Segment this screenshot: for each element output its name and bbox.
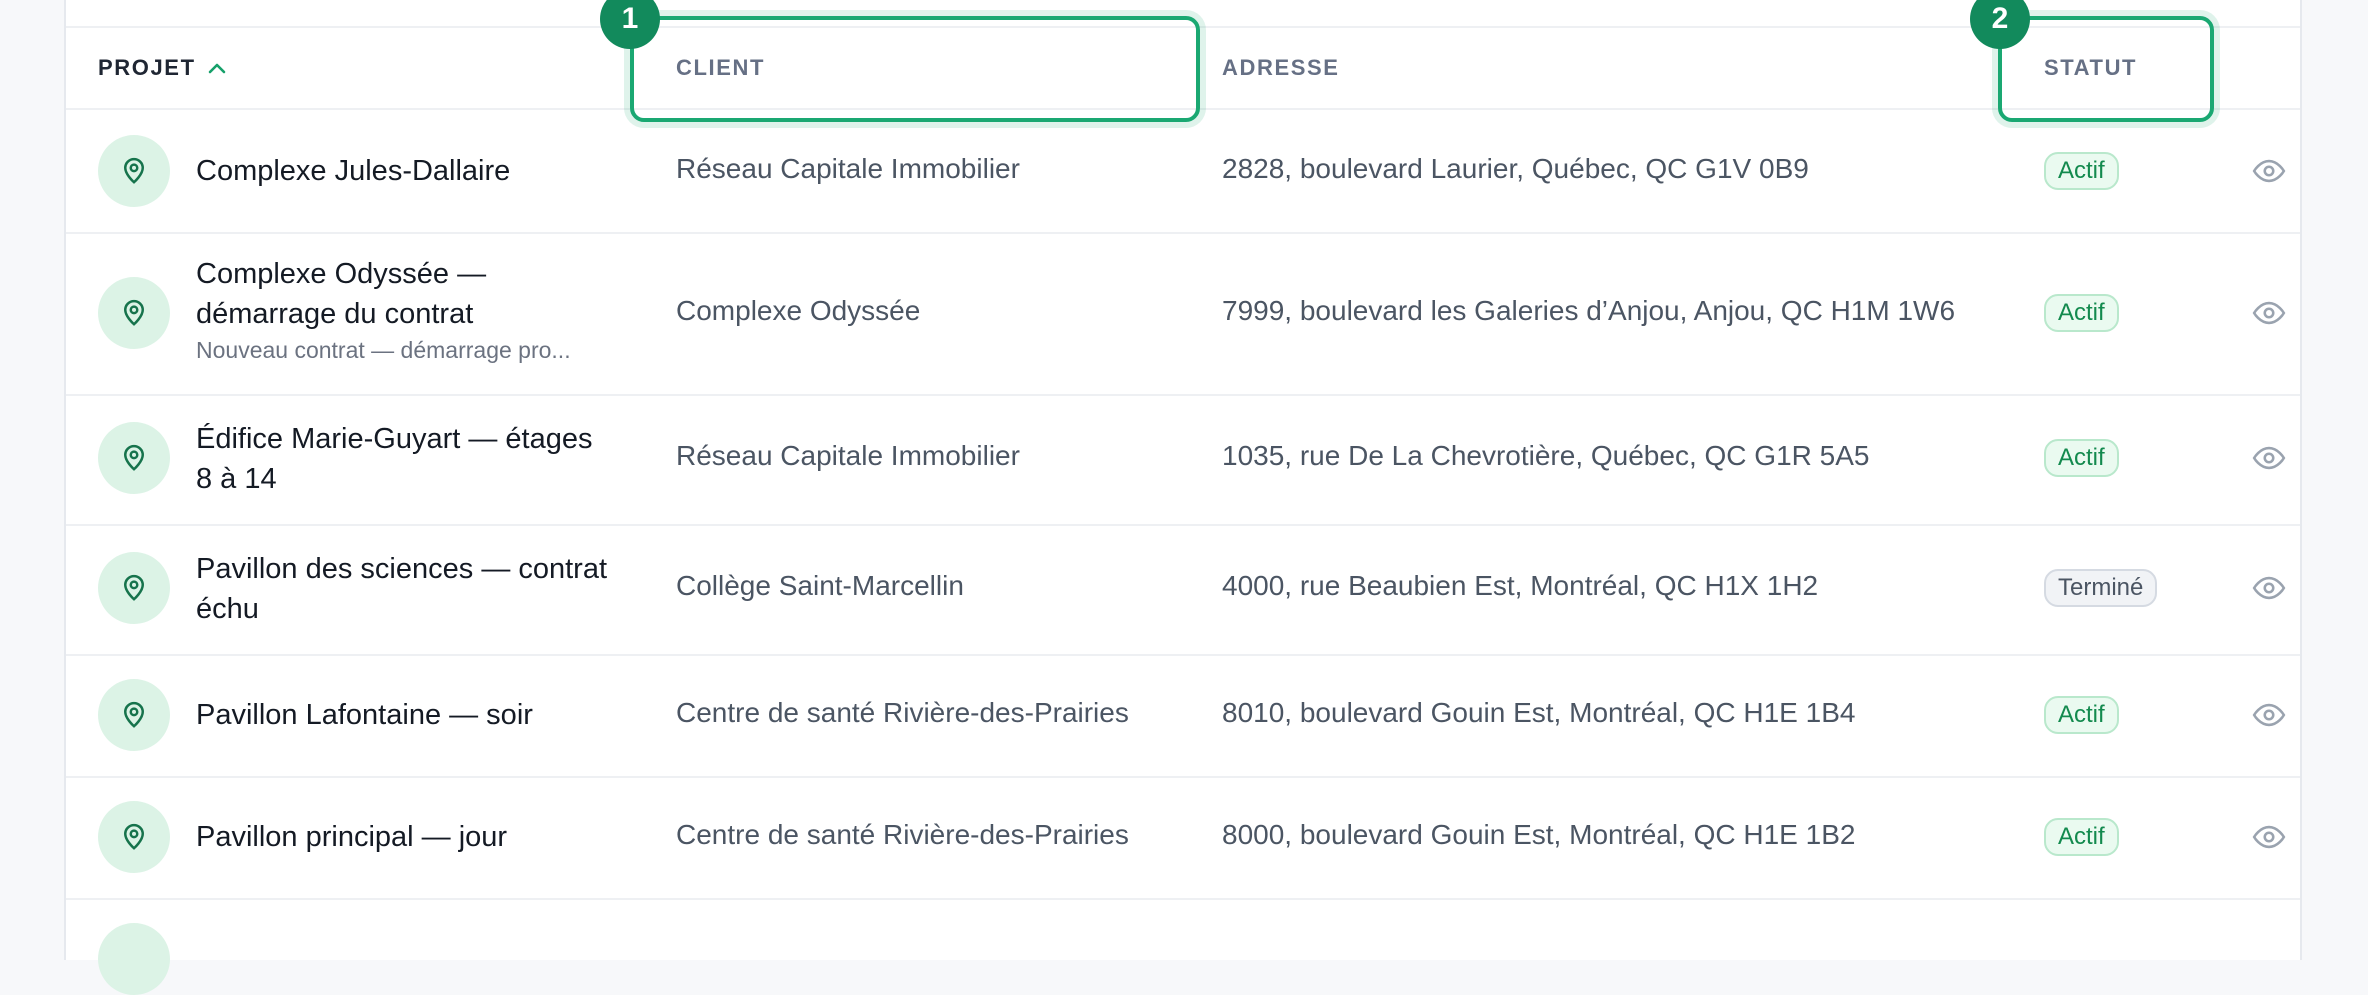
- project-name[interactable]: Édifice Marie-Guyart — étages 8 à 14: [196, 419, 616, 499]
- location-pin-icon: [98, 422, 170, 494]
- table-row[interactable]: Complexe Odyssée — démarrage du contrat …: [66, 232, 2300, 396]
- project-name[interactable]: Pavillon principal — jour: [196, 817, 616, 857]
- project-name[interactable]: Complexe Jules-Dallaire: [196, 151, 616, 191]
- column-header-adresse[interactable]: ADRESSE: [1222, 28, 1340, 108]
- column-header-projet[interactable]: PROJET: [98, 28, 226, 108]
- location-pin-icon: [98, 135, 170, 207]
- address-cell: 8000, boulevard Gouin Est, Montréal, QC …: [1222, 819, 1856, 850]
- status-badge: Terminé: [2044, 569, 2158, 607]
- client-cell: Centre de santé Rivière-des-Prairies: [676, 697, 1129, 728]
- address-cell: 1035, rue De La Chevrotière, Québec, QC …: [1222, 440, 1870, 471]
- chevron-up-icon[interactable]: [208, 58, 226, 79]
- table-row[interactable]: Pavillon Lafontaine — soir Centre de san…: [66, 654, 2300, 778]
- eye-icon[interactable]: [2252, 820, 2286, 854]
- address-cell: 7999, boulevard les Galeries d’Anjou, An…: [1222, 295, 1956, 326]
- status-badge: Actif: [2044, 152, 2119, 190]
- location-pin-icon: [98, 277, 170, 349]
- status-badge: Actif: [2044, 439, 2119, 477]
- project-name[interactable]: Pavillon Lafontaine — soir: [196, 695, 616, 735]
- location-pin-icon: [98, 923, 170, 995]
- project-title: Complexe Odyssée — démarrage du contrat: [196, 258, 487, 330]
- client-cell: Réseau Capitale Immobilier: [676, 153, 1020, 184]
- address-cell: 8010, boulevard Gouin Est, Montréal, QC …: [1222, 697, 1856, 728]
- location-pin-icon: [98, 552, 170, 624]
- eye-icon[interactable]: [2252, 698, 2286, 732]
- eye-icon[interactable]: [2252, 571, 2286, 605]
- project-subtitle: Nouveau contrat — démarrage pro...: [196, 337, 571, 363]
- status-badge: Actif: [2044, 294, 2119, 332]
- client-cell: Réseau Capitale Immobilier: [676, 440, 1020, 471]
- client-cell: Centre de santé Rivière-des-Prairies: [676, 819, 1129, 850]
- highlight-statut-column: [1998, 16, 2214, 122]
- table-row[interactable]: Pavillon des sciences — contrat échu Col…: [66, 524, 2300, 656]
- table-row[interactable]: Pavillon principal — jour Centre de sant…: [66, 776, 2300, 900]
- eye-icon[interactable]: [2252, 296, 2286, 330]
- address-cell: 2828, boulevard Laurier, Québec, QC G1V …: [1222, 153, 1809, 184]
- table-row[interactable]: Édifice Marie-Guyart — étages 8 à 14 Rés…: [66, 394, 2300, 526]
- address-cell: 4000, rue Beaubien Est, Montréal, QC H1X…: [1222, 570, 1819, 601]
- status-badge: Actif: [2044, 818, 2119, 856]
- client-cell: Complexe Odyssée: [676, 295, 921, 326]
- eye-icon[interactable]: [2252, 154, 2286, 188]
- location-pin-icon: [98, 679, 170, 751]
- project-name[interactable]: Complexe Odyssée — démarrage du contrat …: [196, 254, 616, 366]
- table-row[interactable]: Complexe Jules-Dallaire Réseau Capitale …: [66, 110, 2300, 234]
- table-row[interactable]: [66, 898, 2300, 995]
- projects-table: PROJET CLIENT ADRESSE STATUT Complexe Ju…: [64, 0, 2302, 995]
- eye-icon[interactable]: [2252, 441, 2286, 475]
- column-header-projet-label: PROJET: [98, 55, 196, 80]
- project-name[interactable]: Pavillon des sciences — contrat échu: [196, 549, 616, 629]
- highlight-client-column: [630, 16, 1200, 122]
- client-cell: Collège Saint-Marcellin: [676, 570, 964, 601]
- location-pin-icon: [98, 801, 170, 873]
- status-badge: Actif: [2044, 696, 2119, 734]
